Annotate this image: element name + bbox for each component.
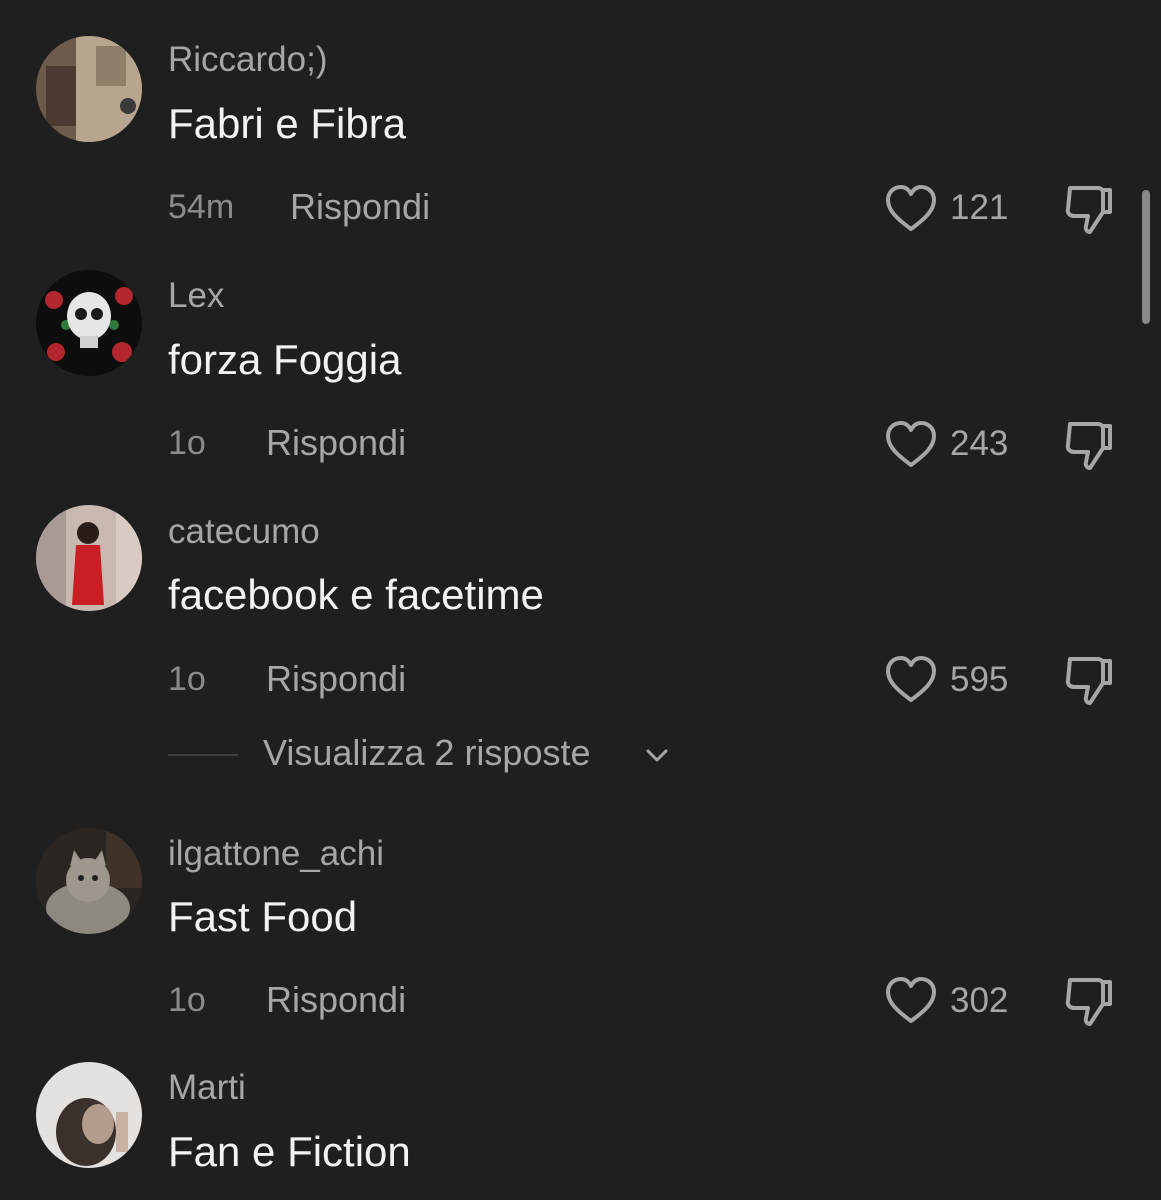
like-button[interactable] bbox=[884, 420, 938, 470]
like-button[interactable] bbox=[884, 184, 938, 234]
divider bbox=[168, 754, 238, 756]
comment-text: facebook e facetime bbox=[168, 571, 544, 618]
reply-button[interactable]: Rispondi bbox=[266, 422, 406, 464]
avatar[interactable] bbox=[36, 828, 142, 934]
heart-outline-icon bbox=[886, 185, 936, 231]
comment-username[interactable]: catecumo bbox=[168, 512, 320, 552]
thumbs-down-icon bbox=[1065, 657, 1112, 705]
heart-outline-icon bbox=[886, 656, 936, 702]
reply-button[interactable]: Rispondi bbox=[266, 979, 406, 1021]
like-count: 121 bbox=[950, 188, 1009, 227]
like-count: 595 bbox=[950, 660, 1009, 699]
scrollbar[interactable] bbox=[1142, 190, 1150, 324]
thumbs-down-icon bbox=[1065, 978, 1112, 1026]
like-count: 302 bbox=[950, 981, 1009, 1020]
dislike-button[interactable] bbox=[1060, 182, 1116, 238]
comment-text: forza Foggia bbox=[168, 336, 402, 383]
avatar[interactable] bbox=[36, 36, 142, 142]
avatar[interactable] bbox=[36, 1062, 142, 1168]
comment-time: 1o bbox=[168, 660, 206, 698]
reply-button[interactable]: Rispondi bbox=[266, 658, 406, 700]
heart-outline-icon bbox=[886, 421, 936, 467]
dislike-button[interactable] bbox=[1060, 653, 1116, 709]
comment-username[interactable]: Riccardo;) bbox=[168, 40, 327, 80]
heart-outline-icon bbox=[886, 977, 936, 1023]
comment-username[interactable]: Lex bbox=[168, 276, 224, 316]
dislike-button[interactable] bbox=[1060, 418, 1116, 474]
avatar[interactable] bbox=[36, 505, 142, 611]
comment-text: Fan e Fiction bbox=[168, 1128, 411, 1175]
like-button[interactable] bbox=[884, 976, 938, 1026]
like-count: 243 bbox=[950, 424, 1009, 463]
dislike-button[interactable] bbox=[1060, 974, 1116, 1030]
reply-button[interactable]: Rispondi bbox=[290, 186, 430, 228]
view-replies-label: Visualizza 2 risposte bbox=[263, 732, 591, 773]
comment-time: 1o bbox=[168, 424, 206, 462]
thumbs-down-icon bbox=[1065, 422, 1112, 470]
avatar[interactable] bbox=[36, 270, 142, 376]
comment-text: Fast Food bbox=[168, 893, 358, 940]
view-replies-button[interactable]: Visualizza 2 risposte bbox=[168, 732, 688, 778]
comment-username[interactable]: Marti bbox=[168, 1068, 246, 1108]
chevron-down-icon bbox=[646, 749, 668, 762]
comment-text: Fabri e Fibra bbox=[168, 100, 407, 147]
thumbs-down-icon bbox=[1065, 186, 1112, 234]
comment-username[interactable]: ilgattone_achi bbox=[168, 834, 384, 874]
comment-time: 1o bbox=[168, 981, 206, 1019]
comment-time: 54m bbox=[168, 188, 235, 226]
like-button[interactable] bbox=[884, 655, 938, 705]
